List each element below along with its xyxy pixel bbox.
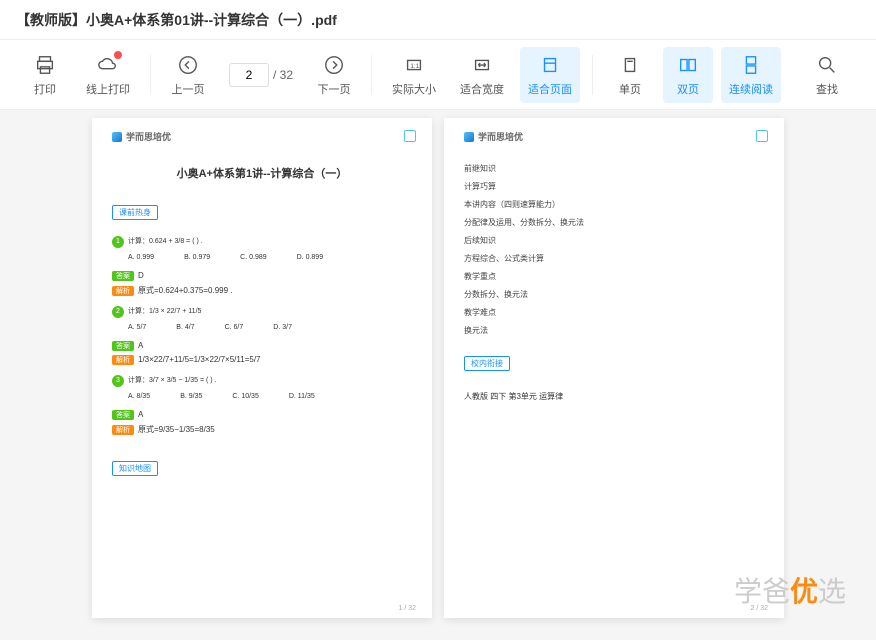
page-left: 学而思培优 小奥A+体系第1讲--计算综合（一） 课前热身 1计算：0.624 … bbox=[92, 118, 432, 618]
actual-size-icon: 1:1 bbox=[402, 53, 426, 77]
section-school: 校内衔接 bbox=[464, 356, 510, 371]
page-right: 学而思培优 前继知识 计算巧算 本讲内容（四则速算能力） 分配律及运用、分数拆分… bbox=[444, 118, 784, 618]
question-1: 1计算：0.624 + 3/8 = ( ) . A. 0.999B. 0.979… bbox=[112, 236, 412, 261]
double-page-icon bbox=[676, 53, 700, 77]
fit-width-button[interactable]: 适合宽度 bbox=[452, 47, 512, 103]
search-button[interactable]: 查找 bbox=[802, 47, 852, 103]
print-button[interactable]: 打印 bbox=[20, 47, 70, 103]
divider bbox=[371, 55, 372, 95]
svg-text:1:1: 1:1 bbox=[410, 62, 419, 69]
question-2: 2计算：1/3 × 22/7 + 11/5 A. 5/7B. 4/7C. 6/7… bbox=[112, 306, 412, 331]
pdf-viewer[interactable]: 学而思培优 小奥A+体系第1讲--计算综合（一） 课前热身 1计算：0.624 … bbox=[0, 110, 876, 640]
document-title: 【教师版】小奥A+体系第01讲--计算综合（一）.pdf bbox=[16, 10, 337, 30]
page-input-group: / 32 bbox=[229, 63, 293, 87]
divider bbox=[150, 55, 151, 95]
fit-page-icon bbox=[538, 53, 562, 77]
lesson-title: 小奥A+体系第1讲--计算综合（一） bbox=[112, 165, 412, 181]
print-icon bbox=[33, 53, 57, 77]
brand-header: 学而思培优 bbox=[464, 130, 764, 143]
divider bbox=[592, 55, 593, 95]
section-warmup: 课前热身 bbox=[112, 205, 158, 220]
corner-icon bbox=[404, 130, 416, 142]
search-icon bbox=[815, 53, 839, 77]
prev-page-button[interactable]: 上一页 bbox=[163, 47, 213, 103]
page-number: 1 / 32 bbox=[398, 605, 416, 612]
section-map: 知识地图 bbox=[112, 461, 158, 476]
notification-dot bbox=[114, 51, 122, 59]
page-total: / 32 bbox=[273, 68, 293, 82]
knowledge-outline: 前继知识 计算巧算 本讲内容（四则速算能力） 分配律及运用、分数拆分、换元法 后… bbox=[464, 163, 764, 336]
continuous-button[interactable]: 连续阅读 bbox=[721, 47, 781, 103]
header-bar: 【教师版】小奥A+体系第01讲--计算综合（一）.pdf bbox=[0, 0, 876, 40]
continuous-icon bbox=[739, 53, 763, 77]
next-page-button[interactable]: 下一页 bbox=[309, 47, 359, 103]
corner-icon bbox=[756, 130, 768, 142]
cloud-icon bbox=[96, 53, 120, 77]
online-print-button[interactable]: 线上打印 bbox=[78, 47, 138, 103]
brand-icon bbox=[464, 132, 474, 142]
chevron-left-icon bbox=[176, 53, 200, 77]
toolbar: 打印 线上打印 上一页 / 32 下一页 1:1 实际大小 适合宽度 适合页面 … bbox=[0, 40, 876, 110]
question-3: 3计算：3/7 × 3/5 − 1/35 = ( ) . A. 8/35B. 9… bbox=[112, 375, 412, 400]
brand-header: 学而思培优 bbox=[112, 130, 412, 143]
brand-icon bbox=[112, 132, 122, 142]
single-page-icon bbox=[618, 53, 642, 77]
single-page-button[interactable]: 单页 bbox=[605, 47, 655, 103]
actual-size-button[interactable]: 1:1 实际大小 bbox=[384, 47, 444, 103]
double-page-button[interactable]: 双页 bbox=[663, 47, 713, 103]
fit-width-icon bbox=[470, 53, 494, 77]
chevron-right-icon bbox=[322, 53, 346, 77]
fit-page-button[interactable]: 适合页面 bbox=[520, 47, 580, 103]
curriculum-line: 人教版 四下 第3单元 运算律 bbox=[464, 391, 764, 402]
page-number-input[interactable] bbox=[229, 63, 269, 87]
watermark: 学爸优选 bbox=[734, 570, 846, 610]
